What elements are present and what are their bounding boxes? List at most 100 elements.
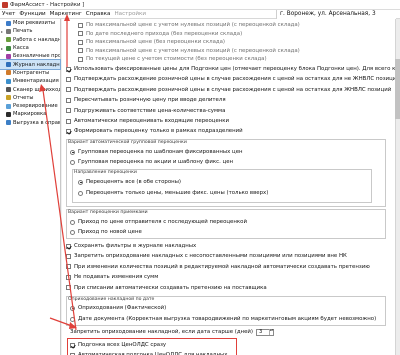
radio-button[interactable] xyxy=(70,149,75,155)
menu-uchet[interactable]: Учет xyxy=(0,11,17,17)
checkbox[interactable] xyxy=(66,243,71,249)
sidebar-item[interactable]: Безналичные продажи xyxy=(0,52,60,60)
radio-recount-sender[interactable]: Приход по цене отправителя с последующей… xyxy=(70,218,247,226)
radio-direction-both-label: Переоценять все (в обе стороны) xyxy=(86,179,182,185)
option-main[interactable]: Подгруживать соответствие цена-количеств… xyxy=(66,107,225,115)
sidebar-item-icon xyxy=(6,70,11,76)
window-title: ФармАссист - Настройки ] xyxy=(10,1,85,8)
option-journal[interactable]: Не подавать изменения сумм xyxy=(66,273,158,281)
menu-settings: Настройки xyxy=(114,11,147,17)
sidebar-item[interactable]: ▸ Печать xyxy=(0,27,60,35)
sidebar-item-icon xyxy=(6,78,11,84)
radio-auto-fixed[interactable]: Групповая переоценка по шаблонам фиксиро… xyxy=(70,148,243,156)
option-main-label: Автоматически переоценивать входящие пер… xyxy=(74,118,230,124)
menu-help[interactable]: Справка xyxy=(84,11,113,17)
checkbox[interactable] xyxy=(66,97,71,103)
sidebar-item[interactable]: Резервирование xyxy=(0,102,60,110)
restrict-old-label: Запретить оприходование накладной, если … xyxy=(70,329,254,335)
checkbox[interactable] xyxy=(66,108,71,114)
option-price-mode-label: По дате последнего прихода (без переоцен… xyxy=(86,30,243,37)
option-price-mode[interactable]: По максимальной цене с учетом нулевых по… xyxy=(78,47,300,55)
sidebar-item[interactable]: Выгрузка в справочн xyxy=(0,119,60,127)
radio-auto-fixed-label: Групповая переоценка по шаблонам фиксиро… xyxy=(78,149,243,155)
option-main[interactable]: Пересчитывать розничную цену при вводе д… xyxy=(66,96,226,104)
checkbox[interactable] xyxy=(78,48,83,54)
sidebar-item[interactable]: Сканер штрихкода xyxy=(0,85,60,93)
days-spinner[interactable]: 3 ▴▾ xyxy=(256,328,275,336)
option-price-mode[interactable]: По текущей цене с учетом стоимости (без … xyxy=(78,55,267,63)
sidebar-item-icon xyxy=(6,103,11,109)
option-main[interactable]: Подтверждать расхождение розничной цены … xyxy=(66,86,391,94)
sidebar-item[interactable]: Инвентаризация xyxy=(0,77,60,85)
option-price-mode[interactable]: По максимальной цене (без переоценки скл… xyxy=(78,38,225,46)
radio-date-actual[interactable]: Оприходования (Фактической) xyxy=(70,304,166,312)
radio-button[interactable] xyxy=(70,229,75,235)
expand-arrow-icon[interactable]: ▸ xyxy=(1,29,4,34)
option-journal[interactable]: При изменении количества позиций в редак… xyxy=(66,263,370,271)
option-main[interactable]: Использовать фиксированные цены для Подг… xyxy=(66,65,400,73)
checkbox[interactable] xyxy=(78,31,83,37)
sidebar-item-label: Инвентаризация xyxy=(13,78,59,85)
sidebar-item-label: Журнал накладных xyxy=(13,61,60,68)
checkbox[interactable] xyxy=(66,128,71,134)
vertical-scrollbar[interactable] xyxy=(395,19,400,355)
radio-recount-new[interactable]: Приход по новой цене xyxy=(70,228,142,236)
option-price-mode-label: По максимальной цене с учетом нулевых по… xyxy=(86,47,300,54)
menu-functions[interactable]: Функции xyxy=(17,11,47,17)
checkbox[interactable] xyxy=(78,56,83,62)
direction-group-label: Направление переоценки xyxy=(74,170,137,175)
sidebar-item-icon xyxy=(6,37,11,43)
sidebar-item[interactable]: ▸ Касса xyxy=(0,44,60,52)
sidebar-item-label: Мои реквизиты xyxy=(13,20,55,27)
option-price-mode[interactable]: По дате последнего прихода (без переоцен… xyxy=(78,30,242,38)
checkbox[interactable] xyxy=(66,66,71,72)
radio-direction-up[interactable]: Переоценять только цены, меньшие фикс. ц… xyxy=(78,189,268,197)
checkbox[interactable] xyxy=(66,87,71,93)
checkbox[interactable] xyxy=(66,76,71,82)
radio-button[interactable] xyxy=(70,219,75,225)
menu-marketing[interactable]: Маркетинг xyxy=(48,11,84,17)
checkbox[interactable] xyxy=(78,22,83,28)
sidebar-item[interactable]: Маркировка xyxy=(0,110,60,118)
option-main[interactable]: Автоматически переоценивать входящие пер… xyxy=(66,117,229,125)
option-main-label: Подгруживать соответствие цена-количеств… xyxy=(74,107,226,114)
option-price-mode[interactable]: По максимальной цене с учетом нулевых по… xyxy=(78,21,300,29)
sidebar-item[interactable]: Мои реквизиты xyxy=(0,19,60,27)
sidebar-item[interactable]: Отчеты xyxy=(0,94,60,102)
sidebar-item[interactable]: Журнал накладных xyxy=(0,59,61,70)
option-main[interactable]: Подтверждать расхождение розничной цены … xyxy=(66,75,400,83)
checkbox[interactable] xyxy=(66,264,71,270)
radio-date-document-label: Дате документа (Корректная выгрузка това… xyxy=(78,316,377,322)
date-group-label: Оприходование накладной по дате xyxy=(68,297,155,302)
sidebar-item-label: Сканер штрихкода xyxy=(13,86,60,93)
option-main-label: Пересчитывать розничную цену при вводе д… xyxy=(74,97,226,104)
sidebar-item[interactable]: Контрагенты xyxy=(0,69,60,77)
option-journal[interactable]: Запретить оприходование накладных с несо… xyxy=(66,252,347,260)
option-main[interactable]: Формировать переоценку только в рамках п… xyxy=(66,127,243,135)
radio-button[interactable] xyxy=(70,159,75,165)
checkbox[interactable] xyxy=(66,274,71,280)
checkbox[interactable] xyxy=(66,118,71,124)
sidebar-item[interactable]: Работа с накладными xyxy=(0,36,60,44)
option-journal[interactable]: Сохранять фильтры в журнале накладных xyxy=(66,242,196,250)
checkbox[interactable] xyxy=(66,253,71,259)
radio-button[interactable] xyxy=(70,305,75,311)
sidebar-item-icon xyxy=(6,45,11,51)
sidebar: Мои реквизиты▸ПечатьРабота с накладными▸… xyxy=(0,19,61,355)
radio-direction-both[interactable]: Переоценять все (в обе стороны) xyxy=(78,178,181,186)
radio-button[interactable] xyxy=(70,316,75,322)
spinner-arrows-icon[interactable]: ▴▾ xyxy=(269,328,274,335)
radio-auto-promo[interactable]: Групповая переоценка по акции и шаблону … xyxy=(70,158,233,166)
option-main-label: Использовать фиксированные цены для Подг… xyxy=(74,66,400,72)
option-journal[interactable]: При списании автоматически создавать пре… xyxy=(66,284,267,292)
expand-arrow-icon[interactable]: ▸ xyxy=(1,46,4,51)
radio-button[interactable] xyxy=(78,190,83,196)
auto-reprice-group-label: Вариант автоматической групповой переоце… xyxy=(68,140,187,145)
checkbox[interactable] xyxy=(78,39,83,45)
radio-date-document[interactable]: Дате документа (Корректная выгрузка това… xyxy=(70,315,376,323)
scrollbar-thumb[interactable] xyxy=(395,59,400,119)
radio-button[interactable] xyxy=(78,179,83,185)
sidebar-item-label: Безналичные продажи xyxy=(13,53,60,60)
checkbox[interactable] xyxy=(66,285,71,291)
option-journal-label: При списании автоматически создавать пре… xyxy=(74,284,267,291)
